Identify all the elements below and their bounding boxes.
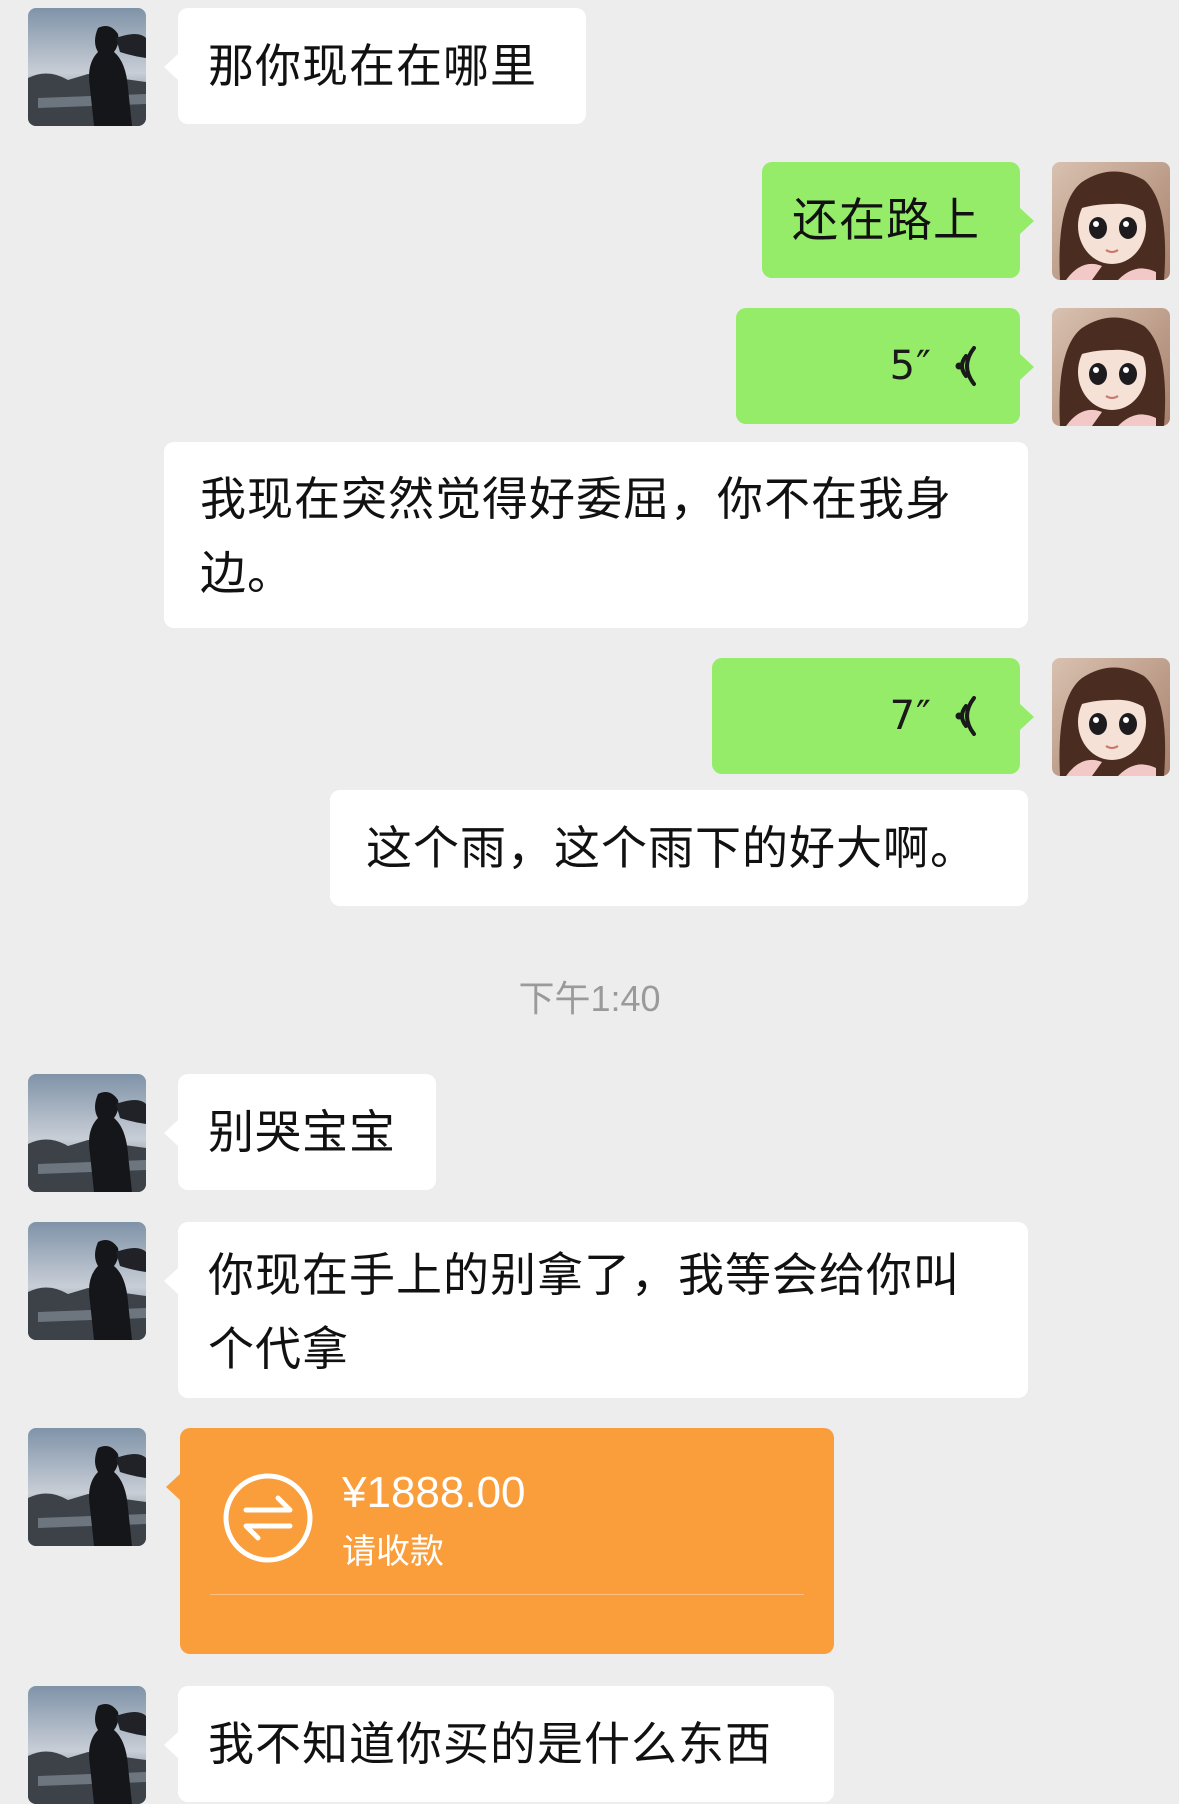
message-text: 这个雨，这个雨下的好大啊。 <box>366 821 977 875</box>
message-bubble[interactable]: 你现在手上的别拿了，我等会给你叫 个代拿 <box>164 1222 1028 1398</box>
person-by-sea-avatar-icon <box>28 1222 146 1340</box>
person-by-sea-avatar-icon <box>28 1428 146 1546</box>
voice-message-bubble[interactable]: 5″ <box>736 308 1034 424</box>
timestamp: 下午1:40 <box>518 978 661 1019</box>
voice-duration: 5″ <box>889 343 932 389</box>
contact-avatar[interactable] <box>28 1686 146 1804</box>
message-text: 我不知道你买的是什么东西 <box>208 1717 772 1771</box>
message-text: 那你现在在哪里 <box>208 39 537 93</box>
message-bubble[interactable]: 这个雨，这个雨下的好大啊。 <box>330 790 1028 906</box>
contact-avatar[interactable] <box>28 8 146 126</box>
voice-message-content: 7″ <box>890 658 984 774</box>
message-bubble[interactable]: 我不知道你买的是什么东西 <box>164 1686 834 1802</box>
message-bubble[interactable]: 那你现在在哪里 <box>164 8 586 124</box>
transfer-status: 请收款 <box>342 1532 444 1572</box>
voice-duration: 7″ <box>889 693 932 739</box>
message-text-line: 边。 <box>200 546 294 600</box>
message-text-line: 你现在手上的别拿了，我等会给你叫 <box>208 1248 960 1302</box>
doll-girl-avatar-icon <box>1052 658 1170 776</box>
self-avatar[interactable] <box>1052 658 1170 776</box>
voice-wave-icon <box>955 346 976 386</box>
message-text-line: 我现在突然觉得好委屈，你不在我身 <box>200 472 952 526</box>
person-by-sea-avatar-icon <box>28 1074 146 1192</box>
person-by-sea-avatar-icon <box>28 8 146 126</box>
transfer-divider <box>210 1594 804 1595</box>
contact-avatar[interactable] <box>28 1428 146 1546</box>
voice-wave-icon <box>955 696 976 736</box>
self-avatar[interactable] <box>1052 162 1170 280</box>
self-avatar[interactable] <box>1052 308 1170 426</box>
message-bubble[interactable]: 还在路上 <box>762 162 1034 278</box>
voice-message-content: 5″ <box>890 308 984 424</box>
contact-avatar[interactable] <box>28 1074 146 1192</box>
doll-girl-avatar-icon <box>1052 162 1170 280</box>
transfer-amount: ¥1888.00 <box>342 1468 526 1517</box>
message-text-line: 个代拿 <box>208 1322 349 1376</box>
message-text: 别哭宝宝 <box>208 1105 396 1159</box>
transfer-card[interactable]: ¥1888.00 请收款 <box>166 1428 834 1654</box>
person-by-sea-avatar-icon <box>28 1686 146 1804</box>
chat-view: 那你现在在哪里 还在路上 5″ 我现在突然觉得好委屈，你不在我身 边。 7″ 这… <box>0 0 1179 1804</box>
transfer-arrows-icon <box>220 1470 316 1566</box>
contact-avatar[interactable] <box>28 1222 146 1340</box>
message-bubble[interactable]: 我现在突然觉得好委屈，你不在我身 边。 <box>164 442 1028 628</box>
message-text: 还在路上 <box>792 193 980 247</box>
message-bubble[interactable]: 别哭宝宝 <box>164 1074 436 1190</box>
doll-girl-avatar-icon <box>1052 308 1170 426</box>
voice-message-bubble[interactable]: 7″ <box>712 658 1034 774</box>
